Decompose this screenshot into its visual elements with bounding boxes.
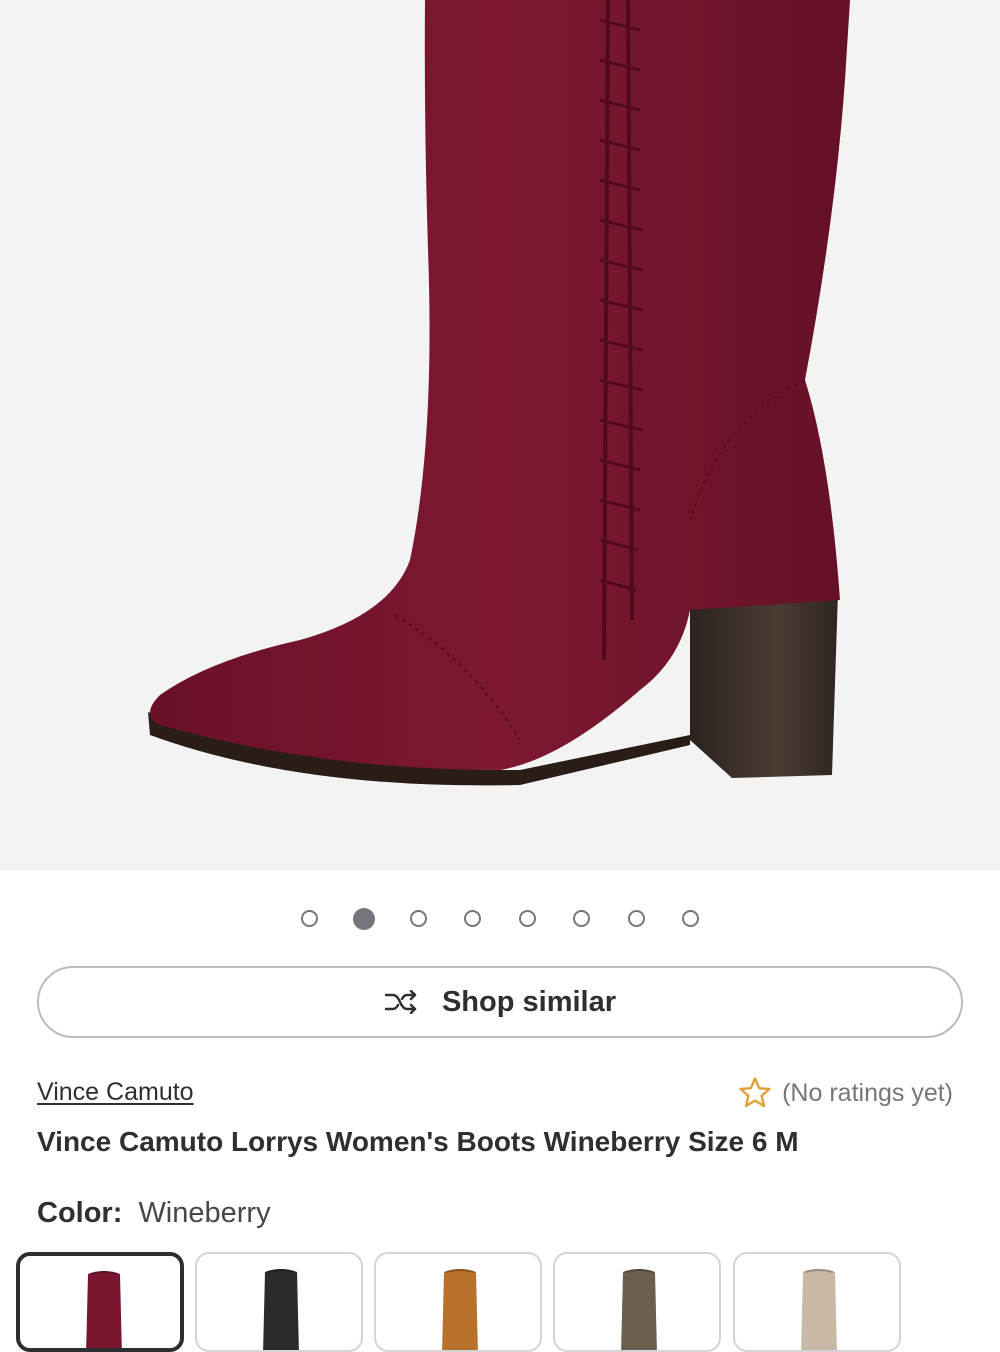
carousel-indicator	[0, 908, 1000, 932]
shuffle-icon	[384, 989, 418, 1015]
carousel-dot[interactable]	[682, 910, 699, 927]
color-swatch[interactable]	[16, 1252, 184, 1352]
star-outline-icon	[739, 1077, 771, 1108]
carousel-dot[interactable]	[300, 910, 318, 927]
color-value: Wineberry	[138, 1197, 271, 1229]
carousel-dot[interactable]	[573, 910, 590, 927]
swatch-boot-thumbnail	[442, 1269, 478, 1350]
rating-summary[interactable]: (No ratings yet)	[738, 1076, 953, 1110]
product-title: Vince Camuto Lorrys Women's Boots Winebe…	[37, 1126, 799, 1157]
shop-similar-button[interactable]: Shop similar	[37, 966, 963, 1038]
carousel-dot[interactable]	[464, 910, 481, 927]
color-swatch[interactable]	[553, 1252, 721, 1352]
carousel-dot[interactable]	[518, 910, 536, 927]
color-swatch[interactable]	[374, 1252, 542, 1352]
color-label: Color:	[37, 1197, 123, 1229]
rating-text: (No ratings yet)	[782, 1078, 953, 1107]
swatch-boot-thumbnail	[86, 1271, 122, 1348]
swatch-boot-thumbnail	[801, 1269, 837, 1350]
brand-link[interactable]: Vince Camuto	[37, 1078, 194, 1107]
color-swatch[interactable]	[195, 1252, 363, 1352]
carousel-dot[interactable]	[409, 910, 427, 927]
shop-similar-label: Shop similar	[441, 985, 617, 1018]
swatch-boot-thumbnail	[621, 1269, 657, 1350]
color-selector-label: Color: Wineberry	[37, 1197, 271, 1230]
product-image[interactable]	[0, 0, 1000, 870]
carousel-dot[interactable]	[627, 910, 645, 927]
color-swatches	[0, 1250, 1000, 1352]
boot-illustration	[148, 0, 850, 786]
color-swatch[interactable]	[733, 1252, 901, 1352]
swatch-boot-thumbnail	[263, 1269, 299, 1350]
carousel-dot[interactable]	[352, 908, 375, 930]
